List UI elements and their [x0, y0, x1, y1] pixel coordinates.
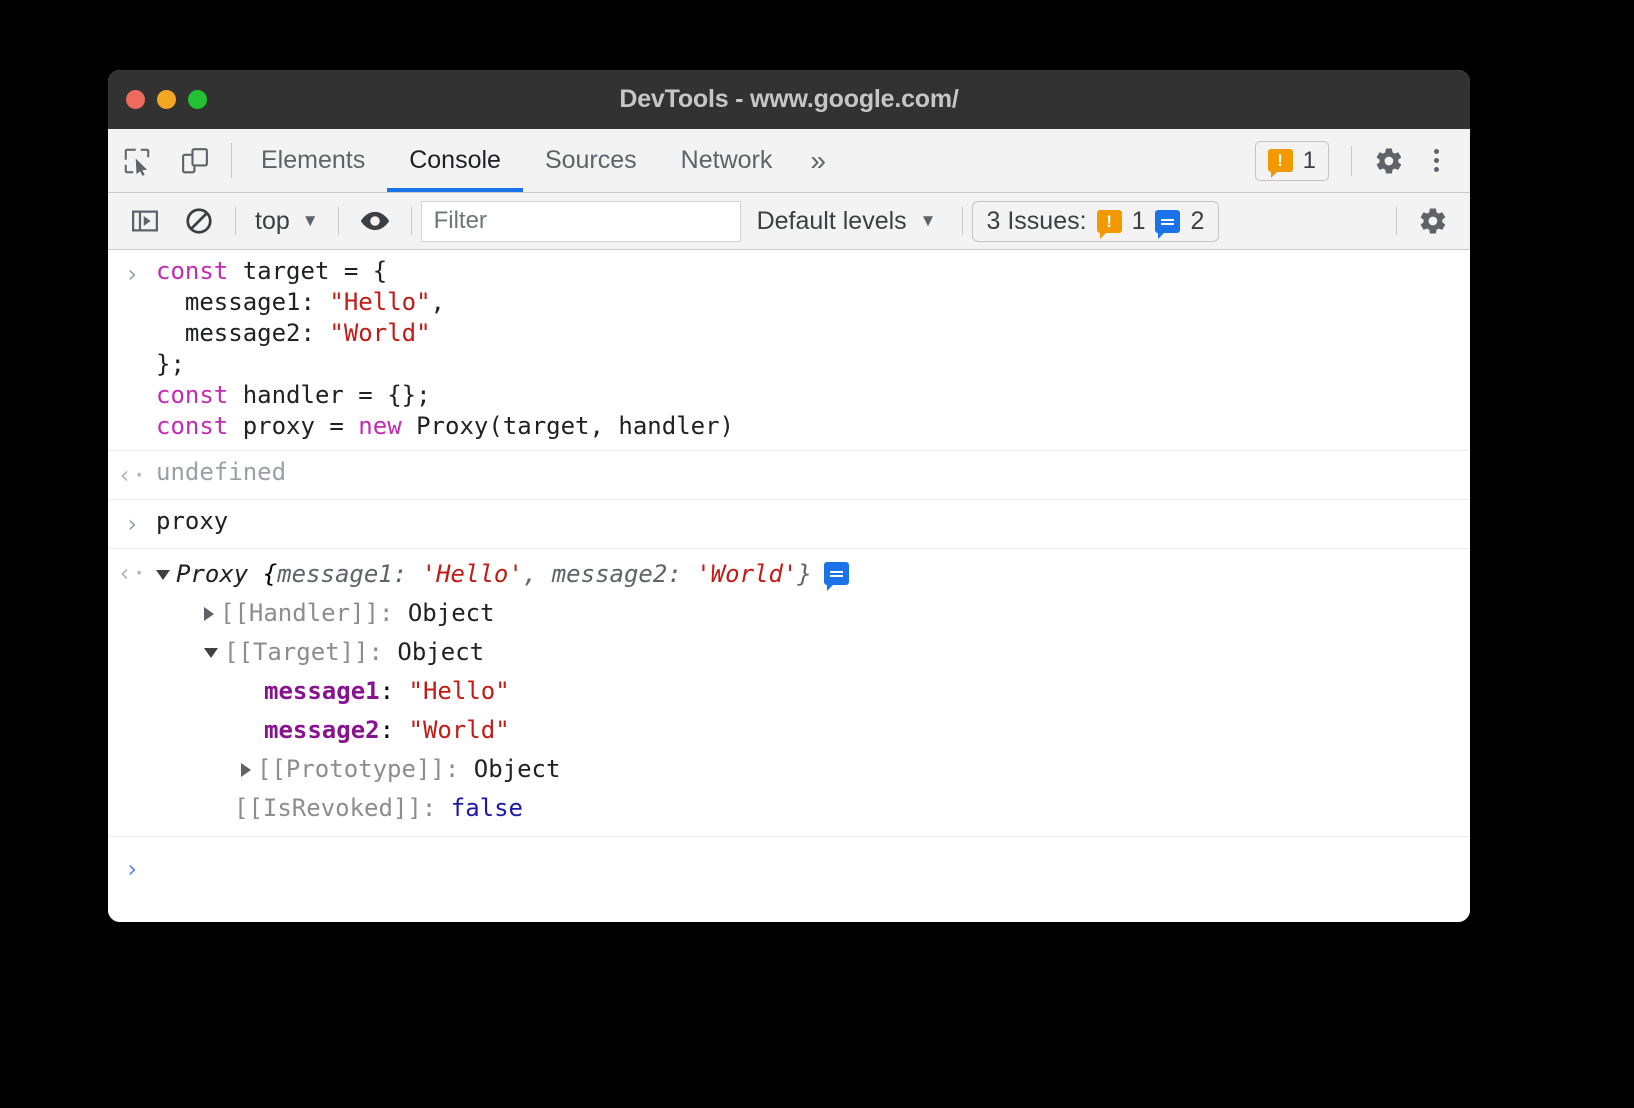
log-levels-label: Default levels: [757, 207, 907, 236]
prompt-caret-icon: ›: [108, 851, 156, 885]
tab-network[interactable]: Network: [659, 129, 795, 192]
disclosure-triangle-right-icon[interactable]: [204, 607, 214, 621]
output-gutter-icon: ‹·: [108, 457, 156, 491]
console-input-code: proxy: [156, 506, 228, 537]
internal-slot-label: [[Handler]]: [220, 599, 379, 627]
info-icon[interactable]: [824, 562, 849, 585]
execution-context-selector[interactable]: top ▼: [245, 207, 329, 236]
disclosure-triangle-down-icon[interactable]: [204, 648, 218, 658]
tabbar-right-controls: ! 1: [1255, 129, 1470, 192]
warning-count-chip[interactable]: ! 1: [1255, 141, 1329, 181]
input-gutter-icon: ›: [108, 256, 156, 290]
object-property-handler[interactable]: [[Handler]]: Object: [156, 594, 1470, 633]
internal-slot-value: Object: [397, 638, 484, 666]
settings-gear-icon[interactable]: [1362, 146, 1416, 176]
object-class-name: Proxy: [176, 560, 248, 588]
warning-glyph: !: [1277, 152, 1283, 169]
object-property-prototype[interactable]: [[Prototype]]: Object: [156, 750, 1470, 789]
console-entry-input[interactable]: › proxy: [108, 500, 1470, 549]
internal-slot-value: false: [451, 794, 523, 822]
console-prompt-row[interactable]: ›: [108, 837, 1470, 893]
console-entry-object[interactable]: ‹· Proxy {message1: 'Hello', message2: '…: [108, 549, 1470, 837]
object-property-isrevoked[interactable]: [[IsRevoked]]: false: [156, 789, 1470, 828]
tab-elements[interactable]: Elements: [239, 129, 387, 192]
property-name: message2: [264, 716, 380, 744]
preview-key: message2: [552, 560, 668, 588]
devtools-tabbar: Elements Console Sources Network » ! 1: [108, 129, 1470, 193]
more-tabs-icon[interactable]: »: [794, 129, 842, 192]
console-toolbar: top ▼ Default levels ▼ 3 Issues: !: [108, 193, 1470, 250]
internal-slot-label: [[Prototype]]: [257, 755, 445, 783]
internal-slot-value: Object: [408, 599, 495, 627]
issues-info-count: 2: [1190, 207, 1204, 236]
console-sidebar-icon[interactable]: [118, 193, 172, 249]
internal-slot-value: Object: [474, 755, 561, 783]
property-name: message1: [264, 677, 380, 705]
window-title: DevTools - www.google.com/: [108, 85, 1470, 114]
warning-glyph: !: [1106, 213, 1112, 230]
property-value: "World": [409, 716, 510, 744]
console-entry-input[interactable]: › const target = { message1: "Hello", me…: [108, 250, 1470, 451]
console-toolbar-right: [1387, 206, 1460, 236]
close-button[interactable]: [126, 90, 145, 109]
inspect-element-icon[interactable]: [108, 129, 166, 192]
warning-count: 1: [1303, 147, 1316, 175]
tab-sources[interactable]: Sources: [523, 129, 659, 192]
internal-slot-label: [[Target]]: [224, 638, 369, 666]
live-expression-icon[interactable]: [348, 193, 402, 249]
warning-icon: !: [1097, 210, 1122, 233]
clear-console-icon[interactable]: [172, 193, 226, 249]
minimize-button[interactable]: [157, 90, 176, 109]
device-toolbar-icon[interactable]: [166, 129, 224, 192]
tab-console[interactable]: Console: [387, 129, 523, 192]
window-titlebar: DevTools - www.google.com/: [108, 70, 1470, 129]
console-entry-output[interactable]: ‹· undefined: [108, 451, 1470, 500]
toolbar-divider-5: [1396, 207, 1397, 235]
chevron-down-icon: ▼: [920, 211, 937, 231]
console-settings-gear-icon[interactable]: [1406, 206, 1460, 236]
property-value: "Hello": [409, 677, 510, 705]
toolbar-divider-2: [338, 207, 339, 235]
traffic-lights: [126, 70, 207, 129]
console-output-value: undefined: [156, 457, 286, 488]
issues-chip[interactable]: 3 Issues: ! 1 2: [972, 201, 1220, 242]
preview-key: message1: [277, 560, 393, 588]
disclosure-triangle-right-icon[interactable]: [241, 763, 251, 777]
preview-value: 'Hello': [422, 560, 523, 588]
log-levels-selector[interactable]: Default levels ▼: [741, 207, 953, 236]
toolbar-divider-1: [235, 207, 236, 235]
input-gutter-icon: ›: [108, 506, 156, 540]
preview-close-brace: }: [797, 560, 811, 588]
toolbar-divider-4: [962, 207, 963, 235]
preview-separator: ,: [523, 560, 552, 588]
issues-warning-count: 1: [1132, 207, 1146, 236]
screen: DevTools - www.google.com/ Elements Cons…: [0, 0, 1634, 1108]
filter-input[interactable]: [421, 201, 741, 242]
tabbar-divider: [231, 143, 232, 178]
more-options-icon[interactable]: [1416, 149, 1456, 172]
zoom-button[interactable]: [188, 90, 207, 109]
object-property-message1[interactable]: message1: "Hello": [156, 672, 1470, 711]
info-message-icon: [1155, 210, 1180, 233]
object-property-message2[interactable]: message2: "World": [156, 711, 1470, 750]
object-header[interactable]: Proxy {message1: 'Hello', message2: 'Wor…: [156, 555, 1470, 594]
preview-open-brace: {: [248, 560, 277, 588]
object-property-target[interactable]: [[Target]]: Object: [156, 633, 1470, 672]
tabbar-right-divider: [1351, 146, 1352, 176]
devtools-window: DevTools - www.google.com/ Elements Cons…: [108, 70, 1470, 922]
internal-slot-label: [[IsRevoked]]: [234, 794, 422, 822]
chevron-down-icon: ▼: [302, 211, 319, 231]
console-output[interactable]: › const target = { message1: "Hello", me…: [108, 250, 1470, 922]
disclosure-triangle-down-icon[interactable]: [156, 570, 170, 580]
warning-icon: !: [1268, 149, 1293, 172]
output-gutter-icon: ‹·: [108, 555, 156, 589]
toolbar-divider-3: [411, 207, 412, 235]
execution-context-label: top: [255, 207, 290, 236]
console-input-code: const target = { message1: "Hello", mess…: [156, 256, 734, 442]
issues-label: 3 Issues:: [987, 207, 1087, 236]
preview-value: 'World': [696, 560, 797, 588]
